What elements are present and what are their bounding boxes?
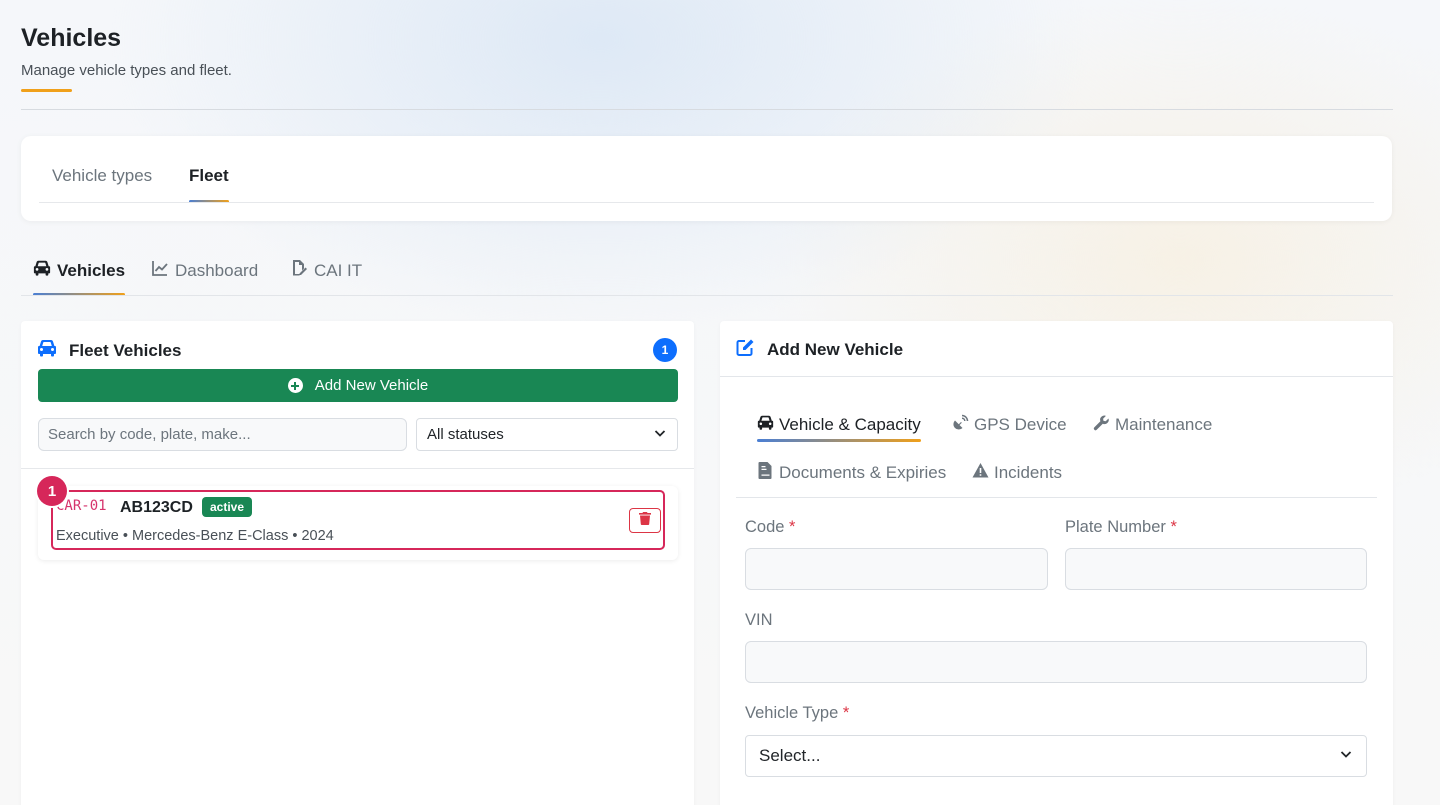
warning-icon <box>972 462 989 484</box>
title-accent-bar <box>21 89 72 92</box>
vehicle-type-value: Select... <box>759 746 821 765</box>
button-label: Add New Vehicle <box>314 377 429 394</box>
tab-label: Dashboard <box>175 260 259 280</box>
tab-dashboard[interactable]: Dashboard <box>151 259 258 282</box>
tab-label: Documents & Expiries <box>779 463 947 482</box>
tab-label: CAI IT <box>314 260 363 280</box>
tab-label: Vehicles <box>57 260 126 280</box>
tab-vehicle-capacity[interactable]: Vehicle & Capacity <box>757 414 921 442</box>
tab-label: GPS Device <box>974 415 1067 434</box>
vehicle-type-select[interactable]: Select... <box>745 735 1367 777</box>
chevron-down-icon <box>1339 746 1353 766</box>
vin-input[interactable] <box>745 641 1367 683</box>
car-icon <box>757 414 774 436</box>
required-marker: * <box>842 704 850 722</box>
code-input[interactable] <box>745 548 1048 590</box>
required-marker: * <box>1170 518 1177 536</box>
subtabs-divider <box>21 295 1393 296</box>
tab-gps-device[interactable]: GPS Device <box>952 414 1067 436</box>
tabs-divider <box>39 202 1374 203</box>
chart-line-icon <box>151 259 169 282</box>
form-panel-header: Add New Vehicle <box>736 338 903 362</box>
trash-icon <box>639 511 651 530</box>
vin-label: VIN <box>745 611 773 629</box>
tab-label: Maintenance <box>1115 415 1213 434</box>
vehicle-type-label: Vehicle Type * <box>745 704 850 722</box>
list-divider <box>21 468 694 469</box>
edit-icon <box>736 338 755 362</box>
search-input[interactable] <box>38 418 407 451</box>
active-tab-indicator <box>757 439 921 442</box>
vehicle-meta: Executive • Mercedes-Benz E-Class • 2024 <box>56 528 334 544</box>
page-subtitle: Manage vehicle types and fleet. <box>21 62 232 79</box>
tab-vehicle-types[interactable]: Vehicle types <box>52 166 152 186</box>
tab-incidents[interactable]: Incidents <box>972 462 1062 484</box>
plate-number-input[interactable] <box>1065 548 1367 590</box>
required-marker: * <box>789 518 796 536</box>
fleet-panel-header: Fleet Vehicles <box>37 338 181 363</box>
code-label: Code * <box>745 518 796 536</box>
top-tabs-card: Vehicle types Fleet <box>21 136 1392 221</box>
form-tabs-divider <box>736 497 1377 498</box>
fleet-vehicles-panel: Fleet Vehicles 1 Add New Vehicle All sta… <box>21 321 694 805</box>
header-divider <box>720 376 1393 377</box>
delete-vehicle-button[interactable] <box>629 508 661 533</box>
annotation-marker: 1 <box>37 476 67 506</box>
wrench-icon <box>1093 414 1110 436</box>
tab-fleet[interactable]: Fleet <box>189 166 229 203</box>
tab-vehicles[interactable]: Vehicles <box>33 259 126 296</box>
list-item[interactable]: CAR-01 AB123CD active Executive • Merced… <box>38 486 678 560</box>
status-filter-select[interactable]: All statuses <box>416 418 678 451</box>
car-icon <box>33 259 51 282</box>
tab-label: Vehicle & Capacity <box>779 415 921 434</box>
add-vehicle-panel: Add New Vehicle Vehicle & Capacity GPS D… <box>720 321 1393 805</box>
file-contract-icon <box>757 462 774 484</box>
panel-title: Add New Vehicle <box>767 340 904 359</box>
satellite-dish-icon <box>952 414 969 436</box>
plate-number-label: Plate Number * <box>1065 518 1177 536</box>
status-filter-value: All statuses <box>427 426 504 443</box>
tab-label: Incidents <box>994 463 1063 482</box>
tab-label: Fleet <box>189 166 229 185</box>
plus-circle-icon <box>287 378 303 393</box>
page-title: Vehicles <box>21 24 122 52</box>
vehicle-count-badge: 1 <box>653 338 677 362</box>
add-new-vehicle-button[interactable]: Add New Vehicle <box>38 369 678 402</box>
header-divider <box>21 109 1393 110</box>
status-badge: active <box>202 497 253 517</box>
tab-cai-it[interactable]: CAI IT <box>290 259 362 282</box>
chevron-down-icon <box>653 426 667 444</box>
file-signature-icon <box>290 259 308 282</box>
tab-maintenance[interactable]: Maintenance <box>1093 414 1212 436</box>
car-icon <box>37 338 57 363</box>
vehicle-plate: AB123CD <box>120 499 193 516</box>
tab-documents-expiries[interactable]: Documents & Expiries <box>757 462 946 484</box>
panel-title: Fleet Vehicles <box>69 340 182 360</box>
tab-label: Vehicle types <box>52 166 153 185</box>
